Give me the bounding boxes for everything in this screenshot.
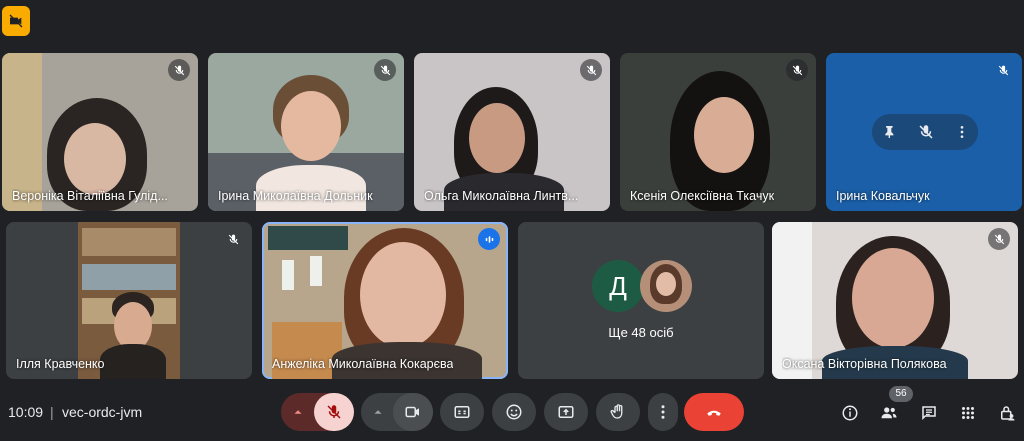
mic-off-icon[interactable]: [917, 123, 935, 141]
mic-off-icon: [168, 59, 190, 81]
meeting-code: vec-ordc-jvm: [62, 404, 143, 420]
raise-hand-button[interactable]: [596, 393, 640, 431]
mic-off-icon: [786, 59, 808, 81]
camera-off-badge[interactable]: [2, 6, 30, 36]
mic-off-icon: [988, 228, 1010, 250]
participant-tile[interactable]: Оксана Вікторівна Полякова: [772, 222, 1018, 379]
speaking-indicator-icon: [478, 228, 500, 250]
mic-off-icon: [580, 59, 602, 81]
participant-tile[interactable]: Ірина Ковальчук: [826, 53, 1022, 211]
participant-tile[interactable]: Ілля Кравченко: [6, 222, 252, 379]
participant-name: Ірина Ковальчук: [836, 189, 930, 203]
avatar-letter: Д: [609, 270, 627, 301]
mic-off-icon: [222, 228, 244, 250]
participant-name: Ксенія Олексіївна Ткачук: [630, 189, 775, 203]
participant-name: Оксана Вікторівна Полякова: [782, 357, 947, 371]
more-options-button[interactable]: [648, 393, 678, 431]
emoji-icon: [506, 404, 522, 420]
participant-tile[interactable]: Ольга Миколаївна Линтв...: [414, 53, 610, 211]
camera-button[interactable]: [393, 393, 433, 431]
participant-tile[interactable]: Ірина Миколаївна Дольник: [208, 53, 404, 211]
participant-tile[interactable]: Ксенія Олексіївна Ткачук: [620, 53, 816, 211]
leave-call-button[interactable]: [684, 393, 744, 431]
video-camera-icon: [405, 406, 419, 418]
more-options-icon[interactable]: [954, 124, 970, 140]
activities-button[interactable]: [955, 400, 981, 426]
lock-person-icon: [1001, 406, 1015, 421]
others-tile[interactable]: Д Ще 48 осіб: [518, 222, 764, 379]
captions-button[interactable]: [440, 393, 484, 431]
chevron-up-icon[interactable]: [288, 402, 308, 422]
participant-name: Вероніка Віталіївна Гулід...: [12, 189, 168, 203]
others-count: Ще 48 осіб: [608, 325, 674, 340]
mic-off-icon: [327, 405, 341, 419]
participants-count-badge: 56: [889, 386, 913, 402]
participant-tile[interactable]: Анжеліка Миколаївна Кокарєва: [262, 222, 508, 379]
hang-up-icon: [707, 410, 721, 416]
chat-button[interactable]: [916, 400, 942, 426]
people-icon: [881, 407, 897, 419]
participant-name: Ольга Миколаївна Линтв...: [424, 189, 579, 203]
participant-name: Ірина Миколаївна Дольник: [218, 189, 373, 203]
apps-grid-icon: [962, 407, 974, 419]
host-controls-button[interactable]: [994, 400, 1020, 426]
chevron-up-icon[interactable]: [368, 402, 388, 422]
present-screen-icon: [558, 406, 574, 418]
chat-icon: [922, 406, 936, 421]
microphone-button[interactable]: [314, 393, 354, 431]
closed-captions-icon: [454, 406, 470, 418]
meeting-divider: |: [50, 404, 54, 420]
participant-name: Ілля Кравченко: [16, 357, 105, 371]
pin-icon[interactable]: [882, 124, 898, 140]
camera-off-icon: [9, 14, 23, 28]
meeting-time: 10:09: [8, 404, 44, 420]
hand-icon: [610, 404, 623, 419]
mic-off-icon: [374, 59, 396, 81]
people-button[interactable]: [876, 400, 902, 426]
info-icon: [842, 405, 858, 421]
reactions-button[interactable]: [492, 393, 536, 431]
mic-off-icon: [992, 59, 1014, 81]
meeting-details-button[interactable]: [837, 400, 863, 426]
avatar: Д: [592, 260, 644, 312]
tile-hover-controls: [872, 114, 978, 150]
avatar: [640, 260, 692, 312]
participant-tile[interactable]: Вероніка Віталіївна Гулід...: [2, 53, 198, 211]
present-screen-button[interactable]: [544, 393, 588, 431]
participant-name: Анжеліка Миколаївна Кокарєва: [272, 357, 454, 371]
more-vert-icon: [661, 405, 665, 419]
